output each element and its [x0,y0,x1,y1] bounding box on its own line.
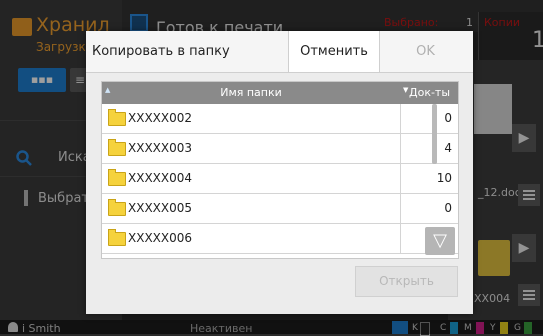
folder-name: XXXXX004 [128,171,193,185]
column-header-folder-name[interactable]: Имя папки [102,82,400,104]
column-divider [400,104,401,134]
open-button[interactable]: Открыть [355,266,458,297]
table-row[interactable]: XXXXX004 10 [102,164,458,194]
dialog-title: Копировать в папку [92,44,230,59]
folder-name: XXXXX006 [128,231,193,245]
scroll-down-icon[interactable]: ▽ [425,227,455,255]
table-row[interactable]: XXXXX005 0 [102,194,458,224]
folder-icon [108,229,126,246]
folder-name: XXXXX005 [128,201,193,215]
doc-count: 4 [444,141,452,155]
folder-icon [108,199,126,216]
sort-descending-icon: ▼ [403,86,409,94]
folder-name: XXXXX003 [128,141,193,155]
folder-table: Имя папки ▲ ▼ Док-ты XXXXX002 0 XXXXX003… [101,81,459,259]
cancel-button[interactable]: Отменить [288,31,380,72]
ok-button[interactable]: OK [382,35,469,68]
column-divider [400,224,401,254]
folder-name: XXXXX002 [128,111,193,125]
folder-icon [108,139,126,156]
copy-to-folder-dialog: Копировать в папку Отменить OK Имя папки… [86,31,473,314]
column-divider [400,164,401,194]
table-row[interactable]: XXXXX003 4 [102,134,458,164]
doc-count: 10 [436,171,452,185]
column-header-doc-count[interactable]: Док-ты [409,82,457,104]
doc-count: 0 [444,111,452,125]
table-row[interactable]: XXXXX006 0 [102,224,458,254]
scrollbar[interactable] [432,104,437,164]
sort-ascending-icon: ▲ [105,86,111,94]
folder-icon [108,109,126,126]
column-divider [400,194,401,224]
doc-count: 0 [444,201,452,215]
table-header: Имя папки ▲ ▼ Док-ты [102,82,458,104]
table-row[interactable]: XXXXX002 0 [102,104,458,134]
folder-icon [108,169,126,186]
column-divider [400,134,401,164]
